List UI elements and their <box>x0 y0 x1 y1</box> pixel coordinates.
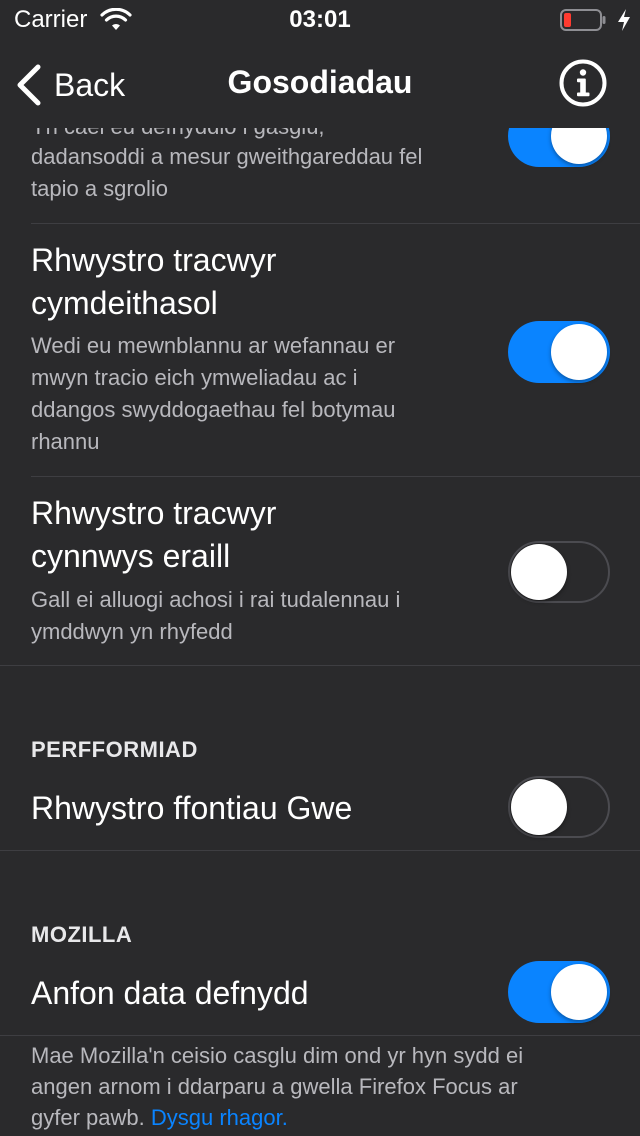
divider <box>0 1035 640 1036</box>
toggle-knob <box>551 128 607 164</box>
toggle-knob <box>511 544 567 600</box>
navigation-bar: Back Gosodiadau <box>0 40 640 128</box>
row-description-line: dadansoddi a mesur gweithgareddau fel <box>31 144 423 169</box>
row-description-line: ddangos swyddogaethau fel botymau <box>31 397 396 422</box>
send-usage-data-toggle[interactable] <box>508 961 610 1023</box>
send-usage-data-row: Anfon data defnydd <box>0 961 640 1036</box>
battery-icon <box>560 9 606 31</box>
row-description-line: tapio a sgrolio <box>31 176 168 201</box>
section-header-performance: PERFFORMIAD <box>31 737 198 762</box>
divider <box>0 850 640 851</box>
analytics-tracker-toggle[interactable] <box>508 128 610 167</box>
row-description-line: ymddwyn yn rhyfedd <box>31 619 233 644</box>
web-fonts-toggle[interactable] <box>508 776 610 838</box>
row-description-line: Wedi eu mewnblannu ar wefannau er <box>31 333 396 358</box>
learn-more-link[interactable]: Dysgu rhagor. <box>151 1105 288 1130</box>
divider <box>0 665 640 666</box>
clock: 03:01 <box>289 6 351 33</box>
other-content-tracker-toggle[interactable] <box>508 541 610 603</box>
info-icon[interactable] <box>558 58 608 108</box>
toggle-knob <box>551 324 607 380</box>
charging-icon <box>618 9 630 31</box>
row-description-line: rhannu <box>31 429 100 454</box>
row-title-line: cymdeithasol <box>31 285 218 321</box>
row-description-line: Gall ei alluogi achosi i rai tudalennau … <box>31 587 401 612</box>
row-title-line: Rhwystro tracwyr <box>31 495 277 531</box>
row-title: Anfon data defnydd <box>31 975 309 1011</box>
row-title-line: cynnwys eraill <box>31 538 231 574</box>
settings-list[interactable]: Yn cael eu defnyddio i gasglu, dadansodd… <box>0 128 640 1136</box>
other-content-tracker-row: Rhwystro tracwyr cynnwys eraill Gall ei … <box>0 477 640 665</box>
section-header-mozilla: MOZILLA <box>31 922 133 947</box>
footer-line: gyfer pawb. Dysgu rhagor. <box>31 1102 611 1133</box>
row-description-line: mwyn tracio eich ymweliadau ac i <box>31 365 358 390</box>
row-title-line: Rhwystro tracwyr <box>31 242 277 278</box>
toggle-knob <box>551 964 607 1020</box>
toggle-knob <box>511 779 567 835</box>
social-tracker-toggle[interactable] <box>508 321 610 383</box>
footer-line: Mae Mozilla'n ceisio casglu dim ond yr h… <box>31 1043 524 1068</box>
status-bar: Carrier 03:01 <box>0 0 640 40</box>
mozilla-footer-note: Mae Mozilla'n ceisio casglu dim ond yr h… <box>31 1040 611 1133</box>
row-title: Rhwystro ffontiau Gwe <box>31 790 353 826</box>
footer-line: angen arnom i ddarparu a gwella Firefox … <box>31 1074 518 1099</box>
page-title: Gosodiadau <box>227 64 413 100</box>
web-fonts-row: Rhwystro ffontiau Gwe <box>0 776 640 850</box>
footer-text: gyfer pawb. <box>31 1105 145 1130</box>
social-tracker-row: Rhwystro tracwyr cymdeithasol Wedi eu me… <box>0 224 640 476</box>
analytics-tracker-row: Yn cael eu defnyddio i gasglu, dadansodd… <box>0 128 640 224</box>
